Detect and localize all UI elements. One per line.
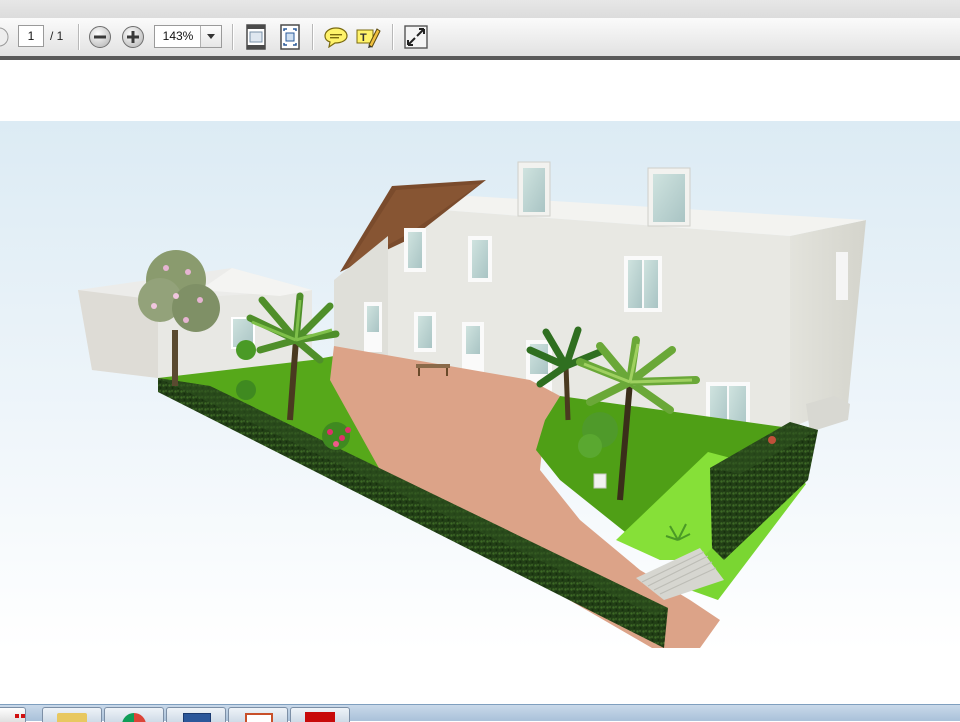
highlight-text-icon: T bbox=[356, 28, 381, 48]
toolbar-separator bbox=[78, 24, 79, 50]
pdf-toolbar: 1 / 1 143% T bbox=[0, 18, 960, 60]
chrome-icon bbox=[122, 713, 146, 722]
toolbar-separator bbox=[392, 24, 393, 50]
expand-icon bbox=[404, 25, 428, 49]
toolbar-separator bbox=[232, 24, 233, 50]
svg-text:T: T bbox=[360, 32, 367, 44]
garden-house-render bbox=[0, 121, 960, 650]
zoom-dropdown-button[interactable] bbox=[200, 26, 221, 47]
folder-icon bbox=[57, 713, 87, 722]
highlight-text-button[interactable]: T bbox=[355, 24, 381, 50]
zoom-out-button[interactable] bbox=[87, 24, 113, 50]
zoom-in-button[interactable] bbox=[120, 24, 146, 50]
word-icon bbox=[183, 713, 211, 722]
pdf-icon bbox=[305, 712, 335, 722]
powerpoint-icon bbox=[245, 713, 273, 722]
fit-page-icon bbox=[246, 24, 266, 50]
page-arrow-icon[interactable] bbox=[0, 24, 12, 50]
expand-button[interactable] bbox=[403, 24, 429, 50]
chevron-down-icon bbox=[207, 34, 215, 39]
windows-taskbar bbox=[0, 704, 960, 722]
toolbar-separator bbox=[312, 24, 313, 50]
page-total-label: / 1 bbox=[50, 29, 64, 43]
fit-width-icon bbox=[280, 24, 300, 50]
zoom-in-icon bbox=[122, 26, 144, 48]
comment-icon bbox=[324, 27, 348, 48]
zoom-select[interactable]: 143% bbox=[154, 25, 222, 48]
comment-button[interactable] bbox=[323, 24, 349, 50]
fit-width-button[interactable] bbox=[277, 24, 303, 50]
zoom-out-icon bbox=[89, 26, 111, 48]
page-number-input[interactable]: 1 bbox=[18, 25, 44, 47]
window-top-strip bbox=[0, 0, 960, 19]
fit-page-button[interactable] bbox=[243, 24, 269, 50]
zoom-value: 143% bbox=[162, 29, 194, 43]
